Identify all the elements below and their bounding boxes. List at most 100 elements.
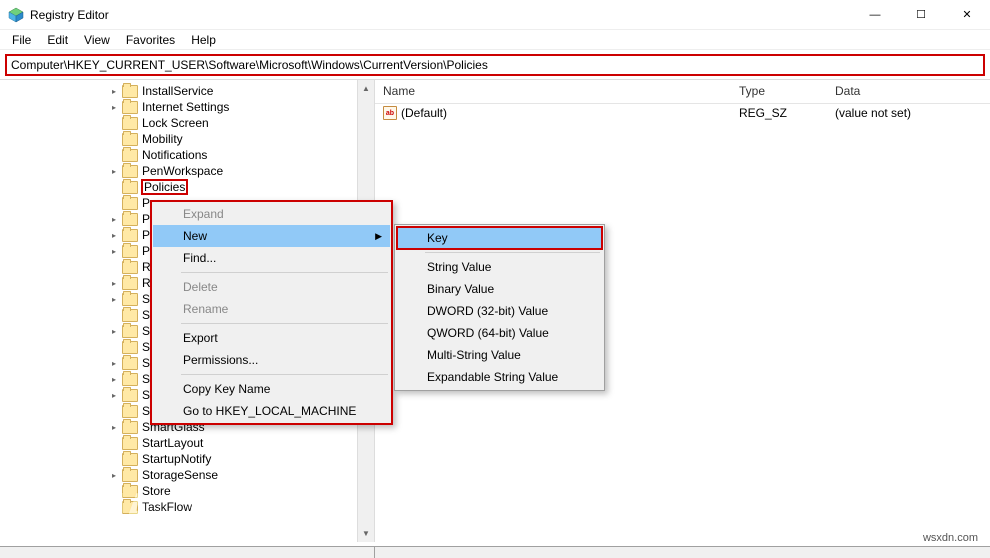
tree-item[interactable]: StartLayout xyxy=(0,435,374,451)
ctx-new-key[interactable]: Key xyxy=(397,227,602,249)
expand-icon[interactable] xyxy=(108,261,120,273)
expand-icon[interactable] xyxy=(108,501,120,513)
expand-icon[interactable] xyxy=(108,149,120,161)
window-controls: — ☐ ✕ xyxy=(852,0,990,30)
ctx-new[interactable]: New ▶ xyxy=(153,225,390,247)
expand-icon[interactable] xyxy=(108,341,120,353)
tree-item[interactable]: Store xyxy=(0,483,374,499)
folder-icon xyxy=(122,101,138,114)
expand-icon[interactable]: ▸ xyxy=(108,293,120,305)
ctx-new-multistring[interactable]: Multi-String Value xyxy=(397,344,602,366)
expand-icon[interactable] xyxy=(108,405,120,417)
expand-icon[interactable] xyxy=(108,181,120,193)
menu-view[interactable]: View xyxy=(76,31,118,49)
tree-item[interactable]: Lock Screen xyxy=(0,115,374,131)
tree-item[interactable]: ▸ StorageSense xyxy=(0,467,374,483)
tree-item[interactable]: ▸InstallService xyxy=(0,83,374,99)
folder-icon xyxy=(122,421,138,434)
ctx-rename[interactable]: Rename xyxy=(153,298,390,320)
ctx-new-binary[interactable]: Binary Value xyxy=(397,278,602,300)
status-segment xyxy=(0,547,375,558)
tree-item[interactable]: Mobility xyxy=(0,131,374,147)
value-type: REG_SZ xyxy=(731,106,827,120)
expand-icon[interactable]: ▸ xyxy=(108,245,120,257)
expand-icon[interactable] xyxy=(108,197,120,209)
ctx-expand[interactable]: Expand xyxy=(153,203,390,225)
expand-icon[interactable]: ▸ xyxy=(108,325,120,337)
ctx-new-expandstring[interactable]: Expandable String Value xyxy=(397,366,602,388)
col-type[interactable]: Type xyxy=(731,80,827,103)
menu-favorites[interactable]: Favorites xyxy=(118,31,183,49)
tree-item-label: StorageSense xyxy=(142,468,218,482)
ctx-new-string[interactable]: String Value xyxy=(397,256,602,278)
expand-icon[interactable] xyxy=(108,485,120,497)
tree-item[interactable]: StartupNotify xyxy=(0,451,374,467)
expand-icon[interactable]: ▸ xyxy=(108,373,120,385)
expand-icon[interactable]: ▸ xyxy=(108,101,120,113)
folder-icon xyxy=(122,389,138,402)
col-data[interactable]: Data xyxy=(827,80,990,103)
col-name[interactable]: Name xyxy=(375,80,731,103)
separator xyxy=(181,323,388,324)
tree-item[interactable]: ▸PenWorkspace xyxy=(0,163,374,179)
folder-icon xyxy=(122,485,138,498)
folder-icon xyxy=(122,469,138,482)
menu-file[interactable]: File xyxy=(4,31,39,49)
folder-icon xyxy=(122,133,138,146)
ctx-goto-hklm[interactable]: Go to HKEY_LOCAL_MACHINE xyxy=(153,400,390,422)
minimize-button[interactable]: — xyxy=(852,0,898,30)
tree-item[interactable]: Notifications xyxy=(0,147,374,163)
ctx-delete[interactable]: Delete xyxy=(153,276,390,298)
expand-icon[interactable]: ▸ xyxy=(108,389,120,401)
expand-icon[interactable] xyxy=(108,453,120,465)
expand-icon[interactable]: ▸ xyxy=(108,165,120,177)
menu-edit[interactable]: Edit xyxy=(39,31,76,49)
folder-icon xyxy=(122,453,138,466)
ctx-find[interactable]: Find... xyxy=(153,247,390,269)
ctx-new-qword[interactable]: QWORD (64-bit) Value xyxy=(397,322,602,344)
value-name-cell: ab (Default) xyxy=(375,106,731,120)
expand-icon[interactable] xyxy=(108,133,120,145)
ctx-new-dword[interactable]: DWORD (32-bit) Value xyxy=(397,300,602,322)
expand-icon[interactable]: ▸ xyxy=(108,421,120,433)
separator xyxy=(181,272,388,273)
tree-item[interactable]: TaskFlow xyxy=(0,499,374,515)
address-bar[interactable]: Computer\HKEY_CURRENT_USER\Software\Micr… xyxy=(5,54,985,76)
expand-icon[interactable]: ▸ xyxy=(108,213,120,225)
folder-icon xyxy=(122,245,138,258)
scroll-up-button[interactable]: ▲ xyxy=(358,80,374,97)
string-value-icon: ab xyxy=(383,106,397,120)
expand-icon[interactable] xyxy=(108,437,120,449)
scroll-down-button[interactable]: ▼ xyxy=(358,525,374,542)
expand-icon[interactable] xyxy=(108,117,120,129)
folder-icon xyxy=(122,501,138,514)
tree-item-label: P xyxy=(142,196,150,210)
expand-icon[interactable]: ▸ xyxy=(108,469,120,481)
expand-icon[interactable]: ▸ xyxy=(108,229,120,241)
ctx-copy-key-name[interactable]: Copy Key Name xyxy=(153,378,390,400)
expand-icon[interactable] xyxy=(108,309,120,321)
close-button[interactable]: ✕ xyxy=(944,0,990,30)
expand-icon[interactable]: ▸ xyxy=(108,277,120,289)
ctx-new-label: New xyxy=(183,229,207,243)
ctx-permissions[interactable]: Permissions... xyxy=(153,349,390,371)
folder-icon xyxy=(122,309,138,322)
tree-item-label: S xyxy=(142,372,150,386)
tree-item[interactable]: ▸Internet Settings xyxy=(0,99,374,115)
tree-item-label: Mobility xyxy=(142,132,183,146)
ctx-export[interactable]: Export xyxy=(153,327,390,349)
folder-icon xyxy=(122,149,138,162)
tree-item[interactable]: Policies xyxy=(0,179,374,195)
tree-item-label: P xyxy=(142,244,150,258)
list-row[interactable]: ab (Default) REG_SZ (value not set) xyxy=(375,104,990,122)
maximize-button[interactable]: ☐ xyxy=(898,0,944,30)
submenu-arrow-icon: ▶ xyxy=(375,231,382,242)
expand-icon[interactable]: ▸ xyxy=(108,85,120,97)
menu-help[interactable]: Help xyxy=(183,31,224,49)
folder-icon xyxy=(122,261,138,274)
status-segment xyxy=(375,547,990,558)
title-bar: Registry Editor — ☐ ✕ xyxy=(0,0,990,30)
brand-label: wsxdn.com xyxy=(921,532,980,544)
folder-icon xyxy=(122,437,138,450)
expand-icon[interactable]: ▸ xyxy=(108,357,120,369)
